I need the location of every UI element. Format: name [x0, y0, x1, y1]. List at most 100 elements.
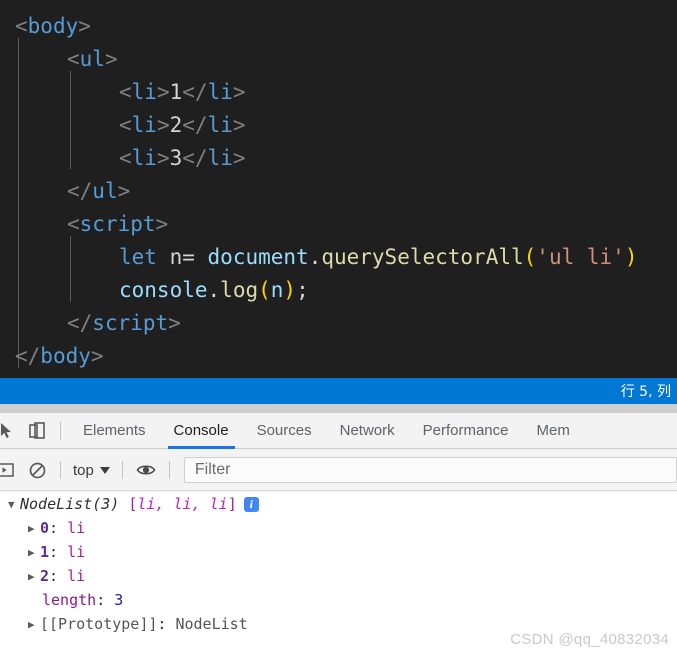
console-row-index-2[interactable]: ▶ 2: li	[0, 564, 677, 588]
cursor-position-label[interactable]: 行 5, 列	[621, 381, 671, 401]
code-lines: <body> <ul> <li>1</li> <li>2</li> <li>3</li>…	[0, 10, 677, 373]
code-token: .	[308, 245, 322, 269]
code-token: <	[119, 80, 132, 104]
code-token: )	[283, 278, 297, 302]
tab-console[interactable]: Console	[160, 413, 243, 449]
code-token: script	[79, 212, 156, 236]
console-toolbar-separator-3	[168, 461, 170, 479]
entry-value: li	[67, 543, 86, 561]
chevron-down-icon	[99, 466, 110, 474]
code-token: ul	[92, 179, 118, 203]
code-token: >	[117, 179, 131, 203]
code-token: 2	[169, 113, 183, 137]
info-icon[interactable]: i	[243, 496, 259, 512]
code-token: document	[207, 245, 309, 269]
code-token: li	[207, 146, 233, 170]
code-line: <li>1</li>	[0, 76, 677, 109]
code-line: </ul>	[0, 175, 677, 208]
tab-sources[interactable]: Sources	[243, 413, 326, 449]
code-token: 'ul li'	[536, 245, 625, 269]
console-toolbar-separator-2	[121, 461, 123, 479]
tab-elements[interactable]: Elements	[69, 413, 160, 449]
code-token: log	[220, 278, 259, 302]
expand-triangle-down-icon[interactable]: ▼	[8, 498, 20, 511]
code-line: <body>	[0, 10, 677, 43]
code-token: >	[155, 212, 169, 236]
code-token: </	[67, 179, 93, 203]
code-token: )	[624, 245, 638, 269]
code-token: >	[156, 80, 170, 104]
code-token: li	[131, 80, 157, 104]
device-toolbar-icon[interactable]	[22, 416, 52, 446]
entry-index: 2	[40, 567, 50, 585]
code-token: li	[131, 146, 157, 170]
entry-index: 1	[40, 543, 50, 561]
live-expression-eye-icon[interactable]	[131, 455, 161, 485]
code-token: ;	[296, 278, 309, 302]
tab-performance[interactable]: Performance	[409, 413, 523, 449]
code-token: </	[182, 146, 208, 170]
preview-bracket-close: ]	[227, 495, 237, 513]
code-token: <	[15, 14, 28, 38]
console-message-nodelist[interactable]: ▼ NodeList(3) [ li, li, li ] i	[0, 492, 677, 516]
clear-console-icon[interactable]	[22, 455, 52, 485]
nodelist-type-label: NodeList(3)	[20, 495, 120, 513]
code-token: </	[182, 113, 208, 137]
length-value: 3	[114, 591, 124, 609]
tab-mem[interactable]: Mem	[523, 413, 584, 449]
code-token: >	[232, 113, 246, 137]
code-line: </body>	[0, 340, 677, 373]
code-token: (	[258, 278, 271, 302]
toolbar-separator	[60, 421, 61, 440]
devtools-tabs: Elements Console Sources Network Performance…	[69, 413, 584, 449]
devtools-resize-notch[interactable]	[275, 404, 365, 412]
console-toolbar-separator-1	[60, 461, 61, 479]
console-row-index-1[interactable]: ▶ 1: li	[0, 540, 677, 564]
entry-index: 0	[40, 519, 50, 537]
code-token: n	[156, 245, 183, 269]
console-row-length: length : 3	[0, 588, 677, 612]
code-token: </	[15, 344, 41, 368]
console-filter-input[interactable]: Filter	[183, 457, 677, 483]
prototype-key: [[Prototype]]	[40, 615, 158, 633]
length-key: length	[42, 591, 97, 609]
entry-value: li	[67, 519, 86, 537]
code-line: <li>3</li>	[0, 142, 677, 175]
code-token: >	[232, 80, 246, 104]
console-sidebar-toggle-icon[interactable]	[0, 455, 22, 485]
code-token: 3	[169, 146, 183, 170]
code-token: >	[232, 146, 246, 170]
code-line: console.log(n);	[0, 274, 677, 307]
code-token: li	[207, 80, 233, 104]
entry-colon: :	[49, 543, 68, 561]
console-row-index-0[interactable]: ▶ 0: li	[0, 516, 677, 540]
execution-context-selector[interactable]: top	[69, 462, 114, 479]
entry-value: li	[67, 567, 86, 585]
code-token: li	[131, 113, 157, 137]
code-token: >	[156, 146, 170, 170]
expand-triangle-right-icon[interactable]: ▶	[28, 546, 40, 559]
code-token: li	[207, 113, 233, 137]
code-token: 1	[169, 80, 183, 104]
code-token: body	[40, 344, 91, 368]
console-toolbar: top Filter	[0, 450, 677, 491]
devtools-panel: Elements Console Sources Network Performance…	[0, 404, 677, 656]
screenshot-root: <body> <ul> <li>1</li> <li>2</li> <li>3</li>…	[0, 0, 677, 656]
code-token: =	[182, 245, 208, 269]
code-editor[interactable]: <body> <ul> <li>1</li> <li>2</li> <li>3</li>…	[0, 0, 677, 378]
expand-triangle-right-icon[interactable]: ▶	[28, 522, 40, 535]
inspect-element-icon[interactable]	[0, 416, 22, 446]
code-line: let n= document.querySelectorAll('ul li'…	[0, 241, 677, 274]
code-token: >	[90, 344, 104, 368]
code-token: >	[168, 311, 181, 335]
prototype-value: NodeList	[175, 615, 248, 633]
expand-triangle-right-icon[interactable]: ▶	[28, 570, 40, 583]
length-colon: :	[96, 591, 115, 609]
code-token: <	[67, 212, 80, 236]
expand-triangle-right-icon[interactable]: ▶	[28, 618, 40, 631]
code-token: (	[523, 245, 537, 269]
code-token: <	[67, 47, 80, 71]
code-line: <ul>	[0, 43, 677, 76]
tab-network[interactable]: Network	[326, 413, 409, 449]
code-token: <	[119, 146, 132, 170]
